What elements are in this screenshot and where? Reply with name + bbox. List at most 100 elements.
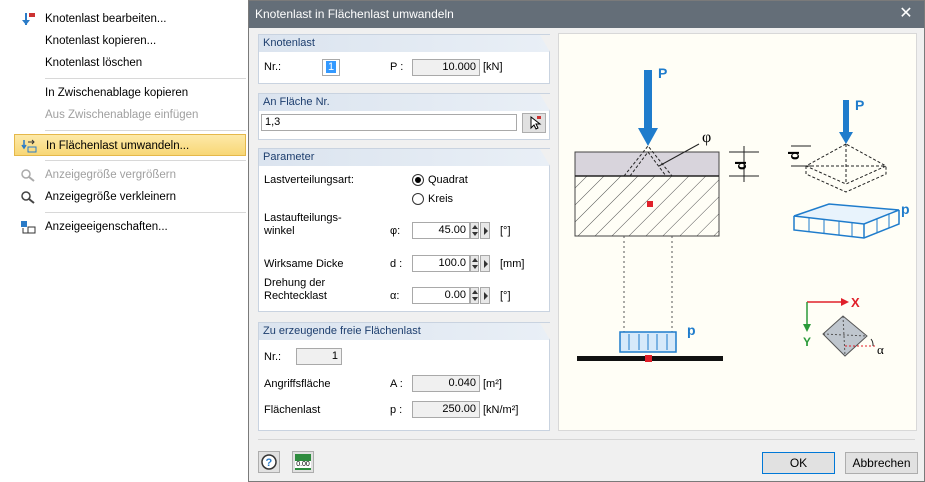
menu-item-label: In Flächenlast umwandeln... — [46, 140, 190, 152]
winkel-unit: [°] — [500, 225, 511, 237]
group-header: An Fläche Nr. — [259, 94, 550, 111]
erzeugt-nr-field: 1 — [296, 348, 342, 365]
convert-load-dialog: Knotenlast in Flächenlast umwandeln ✕ Kn… — [248, 0, 925, 482]
dicke-input[interactable]: 100.0 — [412, 255, 470, 272]
menu-item-zwischenablage-einfuegen[interactable]: Aus Zwischenablage einfügen — [14, 104, 246, 126]
label-alpha: α — [877, 342, 884, 357]
menu-item-anzeigegroesse-verkleinern[interactable]: Anzeigegröße verkleinern — [14, 186, 246, 208]
edit-load-icon — [22, 13, 35, 25]
knotenlast-p-field: 10.000 — [412, 59, 480, 76]
erzeugt-nr-label: Nr.: — [264, 351, 282, 363]
pyramid-sketch — [791, 143, 888, 193]
menu-item-in-flaechenlast-umwandeln[interactable]: In Flächenlast umwandeln... — [14, 134, 246, 156]
close-icon[interactable]: ✕ — [896, 4, 916, 24]
angriff-symbol: A : — [390, 378, 403, 390]
menu-item-anzeigegroesse-vergroessern[interactable]: Anzeigegröße vergrößern — [14, 164, 246, 186]
flaeche-nr-input[interactable]: 1,3 — [261, 114, 517, 131]
menu-item-label: Knotenlast bearbeiten... — [45, 13, 167, 25]
flaechenlast-unit: [kN/m²] — [483, 404, 519, 416]
dicke-spinner[interactable] — [470, 255, 479, 272]
winkel-spinner[interactable] — [470, 222, 479, 239]
group-header: Parameter — [259, 149, 550, 166]
flaechenlast-label: Flächenlast — [264, 404, 321, 416]
zoom-out-icon — [21, 191, 35, 204]
menu-item-label: Knotenlast kopieren... — [45, 35, 157, 47]
ok-button[interactable]: OK — [762, 452, 835, 474]
label-d2: d — [786, 151, 803, 160]
dialog-title: Knotenlast in Flächenlast umwandeln — [255, 7, 454, 21]
label-x: X — [851, 295, 860, 310]
menu-item-label: Knotenlast löschen — [45, 57, 143, 69]
svg-text:?: ? — [266, 457, 273, 469]
knotenlast-nr-value: 1 — [325, 61, 337, 73]
label-P2: P — [855, 97, 864, 113]
menu-separator — [45, 160, 246, 161]
menu-item-knotenlast-bearbeiten[interactable]: Knotenlast bearbeiten... — [14, 8, 246, 30]
units-button[interactable]: 0.00 — [292, 451, 314, 473]
zoom-in-icon — [21, 169, 35, 182]
label-y: Y — [803, 335, 811, 349]
group-knotenlast: Knotenlast Nr.: 1 P : 10.000 [kN] — [258, 34, 550, 84]
drehung-label-line2: Rechtecklast — [264, 290, 327, 302]
nr-label: Nr.: — [264, 61, 282, 73]
drehung-symbol: α: — [390, 290, 400, 302]
convert-load-icon — [21, 139, 37, 153]
dicke-symbol: d : — [390, 258, 403, 270]
flaechenlast-symbol: p : — [390, 404, 403, 416]
menu-separator — [45, 212, 246, 213]
winkel-arrow-button[interactable] — [480, 222, 490, 239]
dicke-arrow-button[interactable] — [480, 255, 490, 272]
menu-item-knotenlast-kopieren[interactable]: Knotenlast kopieren... — [14, 30, 246, 52]
radio-kreis[interactable] — [412, 193, 424, 205]
illustration-svg: P φ d p P d p X Y α — [574, 65, 910, 362]
drehung-label-line1: Drehung der — [264, 277, 326, 289]
rotated-square — [822, 315, 877, 357]
label-p2: p — [901, 201, 910, 217]
radio-quadrat[interactable] — [412, 174, 424, 186]
drehung-unit: [°] — [500, 290, 511, 302]
group-header: Knotenlast — [259, 35, 550, 52]
winkel-label-line1: Lastaufteilungs- — [264, 212, 342, 224]
menu-item-label: Aus Zwischenablage einfügen — [45, 109, 199, 121]
cancel-button[interactable]: Abbrechen — [845, 452, 918, 474]
menu-item-label: Anzeigegröße verkleinern — [45, 191, 177, 203]
dialog-titlebar: Knotenlast in Flächenlast umwandeln ✕ — [249, 1, 924, 28]
radio-quadrat-label: Quadrat — [428, 174, 468, 186]
winkel-label-line2: winkel — [264, 225, 295, 237]
p-label: P : — [390, 61, 404, 73]
dicke-label: Wirksame Dicke — [264, 258, 344, 270]
dicke-unit: [mm] — [500, 258, 525, 270]
angriff-label: Angriffsfläche — [264, 378, 331, 390]
help-button[interactable]: ? — [258, 451, 280, 473]
menu-item-zwischenablage-kopieren[interactable]: In Zwischenablage kopieren — [14, 82, 246, 104]
label-P1: P — [658, 65, 667, 81]
units-icon-text: 0.00 — [295, 461, 311, 468]
pick-surface-button[interactable] — [522, 113, 546, 133]
menu-item-label: Anzeigeeigenschaften... — [45, 221, 168, 233]
menu-item-anzeigeeigenschaften[interactable]: Anzeigeeigenschaften... — [14, 216, 246, 238]
load-arrow-p2 — [839, 100, 853, 144]
help-icon: ? — [261, 454, 277, 470]
pick-cursor-icon — [530, 115, 542, 130]
angriff-field: 0.040 — [412, 375, 480, 392]
context-menu: Knotenlast bearbeiten... Knotenlast kopi… — [10, 4, 246, 242]
lastverteilung-label: Lastverteilungsart: — [264, 174, 354, 186]
knotenlast-nr-field[interactable]: 1 — [322, 59, 340, 76]
group-an-flaeche: An Fläche Nr. 1,3 — [258, 93, 550, 140]
label-d1: d — [733, 161, 750, 170]
load-conversion-illustration: P φ d p P d p X Y α — [558, 33, 917, 431]
section-drawing — [574, 143, 759, 334]
drehung-spinner[interactable] — [470, 287, 479, 304]
p-unit: [kN] — [483, 61, 503, 73]
drehung-input[interactable]: 0.00 — [412, 287, 470, 304]
footer-separator — [258, 439, 915, 440]
winkel-input[interactable]: 45.00 — [412, 222, 470, 239]
winkel-symbol: φ: — [390, 225, 401, 237]
display-properties-icon — [21, 221, 36, 234]
menu-item-label: In Zwischenablage kopieren — [45, 87, 189, 99]
menu-item-label: Anzeigegröße vergrößern — [45, 169, 177, 181]
drehung-arrow-button[interactable] — [480, 287, 490, 304]
radio-kreis-label: Kreis — [428, 193, 454, 205]
menu-item-knotenlast-loeschen[interactable]: Knotenlast löschen — [14, 52, 246, 74]
group-header: Zu erzeugende freie Flächenlast — [259, 323, 550, 340]
